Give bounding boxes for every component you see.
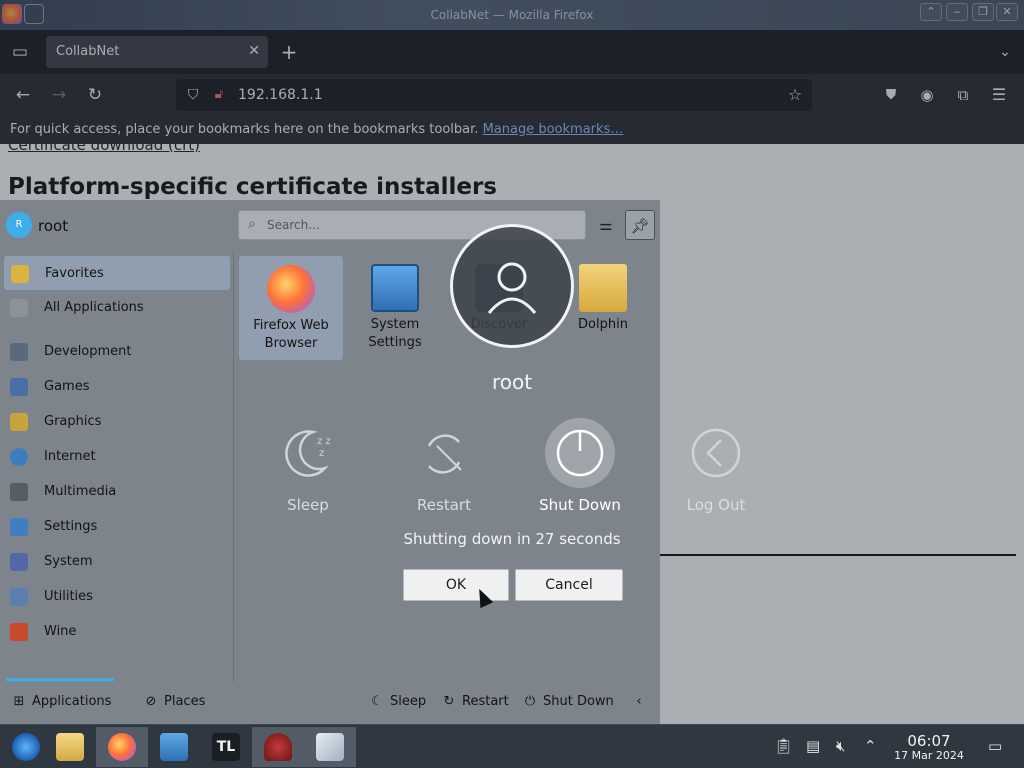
sidebar-item-games[interactable]: Games bbox=[4, 370, 230, 404]
grid-icon: ⊞ bbox=[13, 694, 25, 709]
user-avatar[interactable]: R bbox=[6, 212, 32, 238]
clock-time: 06:07 bbox=[907, 732, 951, 750]
taskbar-firefox[interactable] bbox=[96, 727, 148, 767]
power-icon bbox=[545, 418, 615, 488]
compass-icon: ⊘ bbox=[145, 694, 157, 709]
dolphin-folder-icon bbox=[579, 264, 627, 312]
footer-shutdown-button[interactable]: ⏻ Shut Down bbox=[521, 694, 614, 709]
code-icon bbox=[10, 343, 28, 361]
sidebar-item-wine[interactable]: Wine bbox=[4, 615, 230, 649]
sidebar-item-multimedia[interactable]: Multimedia bbox=[4, 475, 230, 509]
palette-icon bbox=[10, 413, 28, 431]
restart-action-button[interactable]: Restart bbox=[389, 418, 499, 514]
film-icon bbox=[10, 483, 28, 501]
sleep-action-button[interactable]: z zz Sleep bbox=[253, 418, 363, 514]
launcher-username: root bbox=[38, 217, 69, 235]
search-placeholder: Search... bbox=[267, 218, 320, 232]
restart-icon: ↻ bbox=[443, 694, 455, 709]
tab-applications[interactable]: ⊞ Applications bbox=[10, 694, 112, 709]
configure-sliders-icon[interactable]: ⚌ bbox=[591, 210, 621, 240]
wine-glass-icon bbox=[264, 733, 292, 761]
folder-icon bbox=[56, 733, 84, 761]
app-firefox[interactable]: Firefox Web Browser bbox=[239, 256, 343, 360]
footer-more-button[interactable]: ‹ bbox=[630, 694, 652, 709]
user-icon bbox=[487, 262, 537, 314]
windows-start-icon bbox=[12, 733, 40, 761]
category-sidebar: Favorites All Applications Development G… bbox=[0, 250, 234, 682]
tab-places[interactable]: ⊘ Places bbox=[142, 694, 206, 709]
logout-action-button[interactable]: Log Out bbox=[661, 418, 771, 514]
sidebar-item-favorites[interactable]: Favorites bbox=[4, 256, 230, 290]
cancel-button[interactable]: Cancel bbox=[515, 569, 623, 601]
search-icon: ⌕ bbox=[248, 216, 256, 232]
system-settings-icon bbox=[160, 733, 188, 761]
sleep-icon: z zz bbox=[273, 418, 343, 488]
taskbar-text-editor[interactable] bbox=[304, 727, 356, 767]
sidebar-item-system[interactable]: System bbox=[4, 545, 230, 579]
pin-button[interactable]: 📌︎ bbox=[625, 210, 655, 240]
clock-date: 17 Mar 2024 bbox=[894, 749, 964, 762]
launcher-footer: ⊞ Applications ⊘ Places ☾ Sleep ↻ Restart ⏻ S… bbox=[0, 678, 660, 724]
power-icon: ⏻ bbox=[524, 694, 536, 709]
settings-icon bbox=[10, 518, 28, 536]
app-label: Firefox Web Browser bbox=[253, 318, 329, 351]
taskbar: TL 📋︎ ▤ 🔇︎ ⌃ 06:07 17 Mar 2024 ▭ bbox=[0, 724, 1024, 768]
grid-icon bbox=[10, 299, 28, 317]
shutdown-countdown: Shutting down in 27 seconds bbox=[403, 530, 621, 548]
greeter-username: root bbox=[491, 370, 533, 394]
tools-icon bbox=[10, 588, 28, 606]
ok-button[interactable]: OK bbox=[403, 569, 509, 601]
clock[interactable]: 06:07 17 Mar 2024 bbox=[888, 733, 970, 763]
shutdown-action-button[interactable]: Shut Down bbox=[525, 418, 635, 514]
restart-icon bbox=[409, 418, 479, 488]
tl-app-icon: TL bbox=[212, 733, 240, 761]
clipboard-icon[interactable]: 📋︎ bbox=[774, 737, 793, 755]
sleep-icon: ☾ bbox=[371, 694, 383, 709]
star-icon bbox=[11, 265, 29, 283]
svg-text:z z: z z bbox=[317, 436, 331, 447]
active-tab-indicator bbox=[6, 678, 114, 681]
sidebar-item-graphics[interactable]: Graphics bbox=[4, 405, 230, 439]
taskbar-wine[interactable] bbox=[252, 727, 304, 767]
app-system-settings[interactable]: System Settings bbox=[343, 256, 447, 360]
computer-icon bbox=[10, 553, 28, 571]
taskbar-files[interactable] bbox=[44, 727, 96, 767]
wine-icon bbox=[10, 623, 28, 641]
notes-icon[interactable]: ▤ bbox=[806, 737, 820, 755]
footer-restart-button[interactable]: ↻ Restart bbox=[440, 694, 509, 709]
sidebar-item-settings[interactable]: Settings bbox=[4, 510, 230, 544]
logout-icon bbox=[681, 418, 751, 488]
sidebar-item-all-applications[interactable]: All Applications bbox=[4, 291, 230, 325]
firefox-icon bbox=[267, 265, 315, 313]
sidebar-item-development[interactable]: Development bbox=[4, 335, 230, 369]
show-desktop-icon[interactable]: ▭ bbox=[988, 737, 1002, 755]
taskbar-system-settings[interactable] bbox=[148, 727, 200, 767]
taskbar-tl-app[interactable]: TL bbox=[200, 727, 252, 767]
globe-icon bbox=[10, 448, 28, 466]
firefox-icon bbox=[108, 733, 136, 761]
svg-text:z: z bbox=[319, 448, 324, 459]
system-settings-icon bbox=[371, 264, 419, 312]
app-label: System Settings bbox=[368, 317, 422, 350]
gamepad-icon bbox=[10, 378, 28, 396]
greeter-avatar bbox=[450, 224, 574, 348]
sidebar-item-utilities[interactable]: Utilities bbox=[4, 580, 230, 614]
footer-sleep-button[interactable]: ☾ Sleep bbox=[368, 694, 426, 709]
text-editor-icon bbox=[316, 733, 344, 761]
chevron-left-icon: ‹ bbox=[636, 694, 642, 709]
volume-muted-icon[interactable]: 🔇︎ bbox=[836, 737, 845, 755]
sidebar-item-internet[interactable]: Internet bbox=[4, 440, 230, 474]
show-hidden-chevron-icon[interactable]: ⌃ bbox=[864, 737, 877, 755]
